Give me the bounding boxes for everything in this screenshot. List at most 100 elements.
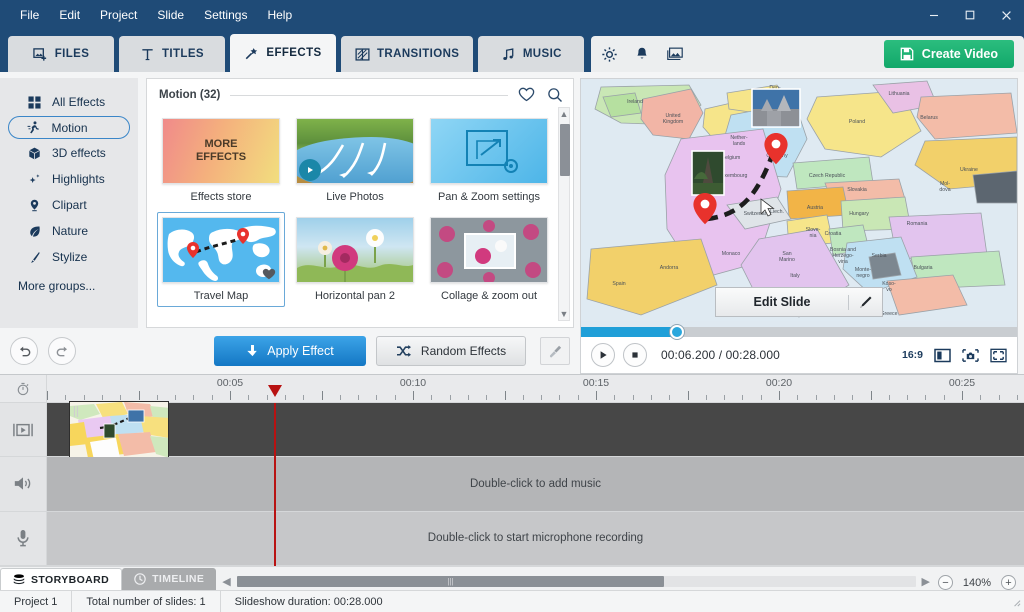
- ruler-tick: [211, 395, 213, 400]
- zoom-out-button[interactable]: −: [938, 575, 953, 590]
- menu-item-slide[interactable]: Slide: [147, 5, 194, 25]
- preview-seek-bar[interactable]: [581, 325, 1017, 339]
- svg-text:nia: nia: [810, 233, 817, 239]
- create-video-button[interactable]: Create Video: [883, 40, 1014, 68]
- ruler-label: 00:10: [399, 377, 427, 389]
- clip-grip-handle[interactable]: [73, 405, 79, 417]
- audio-track-body[interactable]: Double-click to add music: [47, 457, 1024, 511]
- category-clipart[interactable]: Clipart: [8, 193, 130, 217]
- scroll-left-icon[interactable]: ◀: [222, 575, 230, 588]
- edit-slide-button[interactable]: Edit Slide: [715, 287, 883, 317]
- tab-music[interactable]: MUSIC: [478, 36, 585, 72]
- view-tab-timeline[interactable]: TIMELINE: [122, 568, 217, 590]
- ruler-tick: [394, 395, 396, 400]
- microphone-track-body[interactable]: Double-click to start microphone recordi…: [47, 511, 1024, 565]
- scroll-down-icon[interactable]: ▼: [560, 309, 569, 319]
- category-all-effects[interactable]: All Effects: [8, 90, 130, 114]
- ruler-tick: [559, 395, 561, 400]
- maximize-button[interactable]: [952, 0, 988, 30]
- timeline-ruler[interactable]: 00:05 00:10 00:15 00:20 00:25: [0, 375, 1024, 403]
- playhead-marker[interactable]: [268, 385, 282, 397]
- category-more-groups[interactable]: More groups...: [0, 271, 138, 298]
- svg-text:Poland: Poland: [849, 119, 865, 125]
- search-icon[interactable]: [547, 87, 563, 103]
- snapshot-icon[interactable]: [962, 348, 979, 363]
- tab-transitions[interactable]: TRANSITIONS: [341, 36, 474, 72]
- tab-label-transitions: TRANSITIONS: [377, 48, 460, 60]
- category-highlights[interactable]: Highlights: [8, 167, 130, 191]
- view-tab-label-storyboard: STORYBOARD: [31, 573, 110, 586]
- effect-card-live-photos[interactable]: Live Photos: [291, 113, 419, 208]
- effects-scrollbar[interactable]: ▲ ▼: [558, 107, 570, 321]
- aspect-ratio-label[interactable]: 16:9: [902, 349, 923, 361]
- close-button[interactable]: [988, 0, 1024, 30]
- effect-card-collage-zoom-out[interactable]: Collage & zoom out: [425, 212, 553, 307]
- play-button[interactable]: [591, 343, 615, 367]
- fullscreen-icon[interactable]: [990, 348, 1007, 363]
- ruler-tick: [705, 395, 707, 400]
- playhead-line[interactable]: [274, 403, 276, 566]
- split-view-icon[interactable]: [934, 348, 951, 363]
- seek-knob[interactable]: [669, 325, 684, 339]
- menu-item-edit[interactable]: Edit: [49, 5, 90, 25]
- random-effects-button[interactable]: Random Effects: [376, 336, 526, 366]
- clear-effects-button[interactable]: [540, 337, 570, 365]
- category-nature[interactable]: Nature: [8, 219, 130, 243]
- heart-icon[interactable]: [518, 87, 535, 103]
- ruler-tick: [504, 391, 506, 400]
- undo-button[interactable]: [10, 337, 38, 365]
- timeline-horizontal-scrollbar[interactable]: ◀ ||| ▶: [216, 575, 938, 590]
- tab-label-files: FILES: [54, 48, 90, 60]
- category-label-motion: Motion: [51, 120, 88, 135]
- pencil-icon[interactable]: [848, 294, 882, 310]
- bell-icon[interactable]: [634, 46, 650, 62]
- tab-effects[interactable]: EFFECTS: [230, 34, 336, 72]
- ruler-tick: [596, 391, 597, 400]
- flower-art: [297, 218, 413, 282]
- gear-icon[interactable]: [601, 46, 618, 63]
- hscroll-thumb[interactable]: |||: [236, 576, 665, 587]
- timeline-zoom-control: − 140% +: [938, 575, 1024, 590]
- ruler-ticks: 00:05 00:10 00:15 00:20 00:25: [47, 375, 1024, 402]
- tab-files[interactable]: FILES: [8, 36, 114, 72]
- status-bar: Project 1 Total number of slides: 1 Slid…: [0, 590, 1024, 612]
- zoom-in-button[interactable]: +: [1001, 575, 1016, 590]
- ruler-tick: [522, 395, 524, 400]
- menu-item-help[interactable]: Help: [257, 5, 302, 25]
- favorite-heart-icon[interactable]: [262, 268, 276, 280]
- effect-card-pan-zoom-settings[interactable]: Pan & Zoom settings: [425, 113, 553, 208]
- category-3d-effects[interactable]: 3D effects: [8, 141, 130, 165]
- scroll-up-icon[interactable]: ▲: [560, 109, 569, 119]
- category-stylize[interactable]: Stylize: [8, 245, 130, 269]
- effect-card-effects-store[interactable]: MORE EFFECTS Effects store: [157, 113, 285, 208]
- category-label-highlights: Highlights: [52, 172, 105, 186]
- scrollbar-thumb[interactable]: [560, 124, 570, 176]
- menu-item-project[interactable]: Project: [90, 5, 147, 25]
- ruler-tick: [467, 395, 469, 400]
- video-track-body[interactable]: [47, 400, 1024, 459]
- redo-button[interactable]: [48, 337, 76, 365]
- scroll-right-icon[interactable]: ▶: [922, 575, 930, 588]
- hscroll-track[interactable]: |||: [236, 576, 916, 587]
- playback-controls: 00:06.200 / 00:28.000 16:9: [581, 337, 1017, 373]
- category-label-clipart: Clipart: [52, 198, 87, 212]
- preview-stage[interactable]: Ireland United Kingdom Nether-lands Belgi…: [581, 79, 1017, 327]
- minimize-button[interactable]: [916, 0, 952, 30]
- tab-titles[interactable]: TITLES: [119, 36, 225, 72]
- view-tab-storyboard[interactable]: STORYBOARD: [0, 568, 123, 590]
- slide-clip[interactable]: [69, 400, 169, 459]
- text-t-icon: [140, 47, 155, 62]
- stop-button[interactable]: [623, 343, 647, 367]
- category-motion[interactable]: Motion: [8, 116, 130, 139]
- tab-label-effects: EFFECTS: [266, 47, 322, 59]
- gallery-icon[interactable]: [666, 46, 684, 62]
- resize-grip-icon[interactable]: [1010, 596, 1024, 607]
- timeline-tracks: Double-click to add music Double-click t…: [0, 400, 1024, 566]
- menu-item-settings[interactable]: Settings: [194, 5, 257, 25]
- effect-card-travel-map[interactable]: Travel Map: [157, 212, 285, 307]
- status-duration: Slideshow duration: 00:28.000: [219, 591, 397, 612]
- menu-item-file[interactable]: File: [10, 5, 49, 25]
- svg-text:Belarus: Belarus: [920, 115, 938, 121]
- effect-card-horizontal-pan-2[interactable]: Horizontal pan 2: [291, 212, 419, 307]
- apply-effect-button[interactable]: Apply Effect: [214, 336, 366, 366]
